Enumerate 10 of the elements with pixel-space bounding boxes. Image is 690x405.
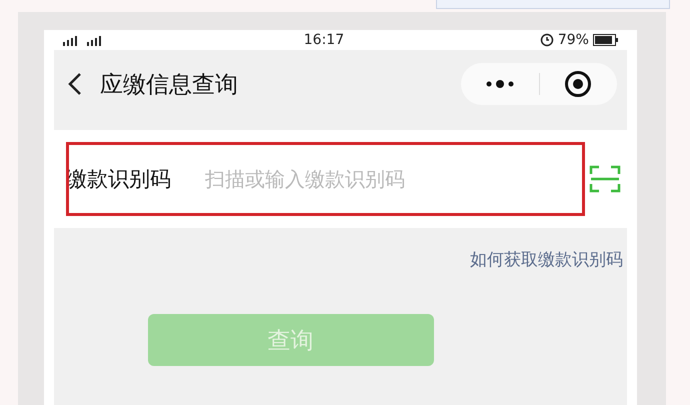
battery-icon [592, 34, 619, 46]
status-time: 16:17 [304, 32, 344, 48]
target-icon [564, 70, 592, 98]
battery-percent: 79% [558, 32, 589, 48]
help-link[interactable]: 如何获取缴款识别码 [470, 248, 623, 271]
page-title: 应缴信息查询 [100, 70, 239, 100]
alarm-icon [540, 33, 554, 47]
back-icon[interactable] [68, 72, 82, 96]
more-icon [484, 79, 515, 89]
code-input-field[interactable]: 扫描或输入缴款识别码 [203, 166, 585, 192]
